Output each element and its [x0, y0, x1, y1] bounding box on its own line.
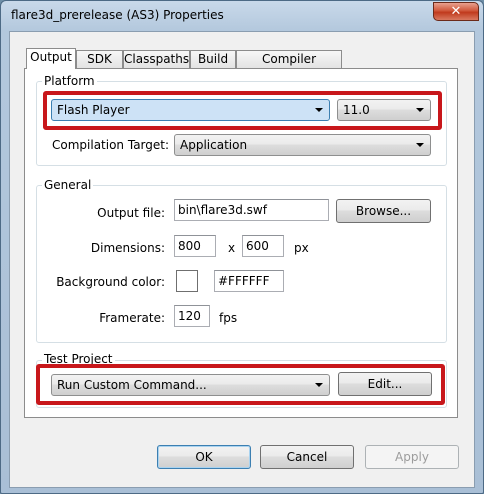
cancel-button[interactable]: Cancel [260, 445, 354, 469]
tab-compiler-options[interactable]: Compiler Options [236, 50, 342, 82]
browse-button[interactable]: Browse... [336, 199, 431, 223]
tab-label: SDK [87, 52, 112, 66]
compilation-target-value: Application [180, 138, 248, 152]
output-file-label: Output file: [97, 206, 165, 220]
tab-build[interactable]: Build [190, 50, 236, 68]
test-project-highlight-box [36, 364, 445, 405]
close-button[interactable]: ✕ [433, 2, 479, 21]
title-bar[interactable]: flare3d_prerelease (AS3) Properties ✕ [1, 1, 483, 31]
compilation-target-select[interactable]: Application [174, 134, 431, 156]
background-color-input[interactable]: #FFFFFF [214, 270, 284, 292]
framerate-input[interactable]: 120 [174, 305, 210, 327]
chevron-down-icon [416, 143, 424, 147]
platform-group-label: Platform [42, 74, 97, 88]
compilation-target-label: Compilation Target: [52, 138, 170, 152]
ok-button[interactable]: OK [157, 445, 251, 469]
tab-classpaths[interactable]: Classpaths [123, 50, 190, 68]
tab-label: Classpaths [124, 52, 190, 66]
width-input[interactable]: 800 [174, 235, 216, 257]
dimensions-x-label: x [228, 241, 236, 255]
general-group-label: General [42, 178, 94, 192]
background-color-label: Background color: [56, 275, 165, 289]
fps-unit-label: fps [219, 311, 238, 325]
px-unit-label: px [294, 241, 309, 255]
apply-button[interactable]: Apply [365, 445, 459, 469]
tab-label: Output [30, 50, 72, 64]
tab-output[interactable]: Output [26, 48, 76, 69]
output-file-input[interactable]: bin\flare3d.swf [174, 199, 329, 221]
tab-sdk[interactable]: SDK [76, 50, 123, 68]
close-icon: ✕ [450, 4, 462, 19]
tab-label: Build [197, 52, 229, 66]
window-title: flare3d_prerelease (AS3) Properties [11, 8, 224, 22]
height-input[interactable]: 600 [242, 235, 284, 257]
background-color-swatch[interactable] [176, 270, 198, 292]
framerate-label: Framerate: [99, 311, 165, 325]
platform-highlight-box [43, 91, 442, 130]
dimensions-label: Dimensions: [90, 241, 165, 255]
